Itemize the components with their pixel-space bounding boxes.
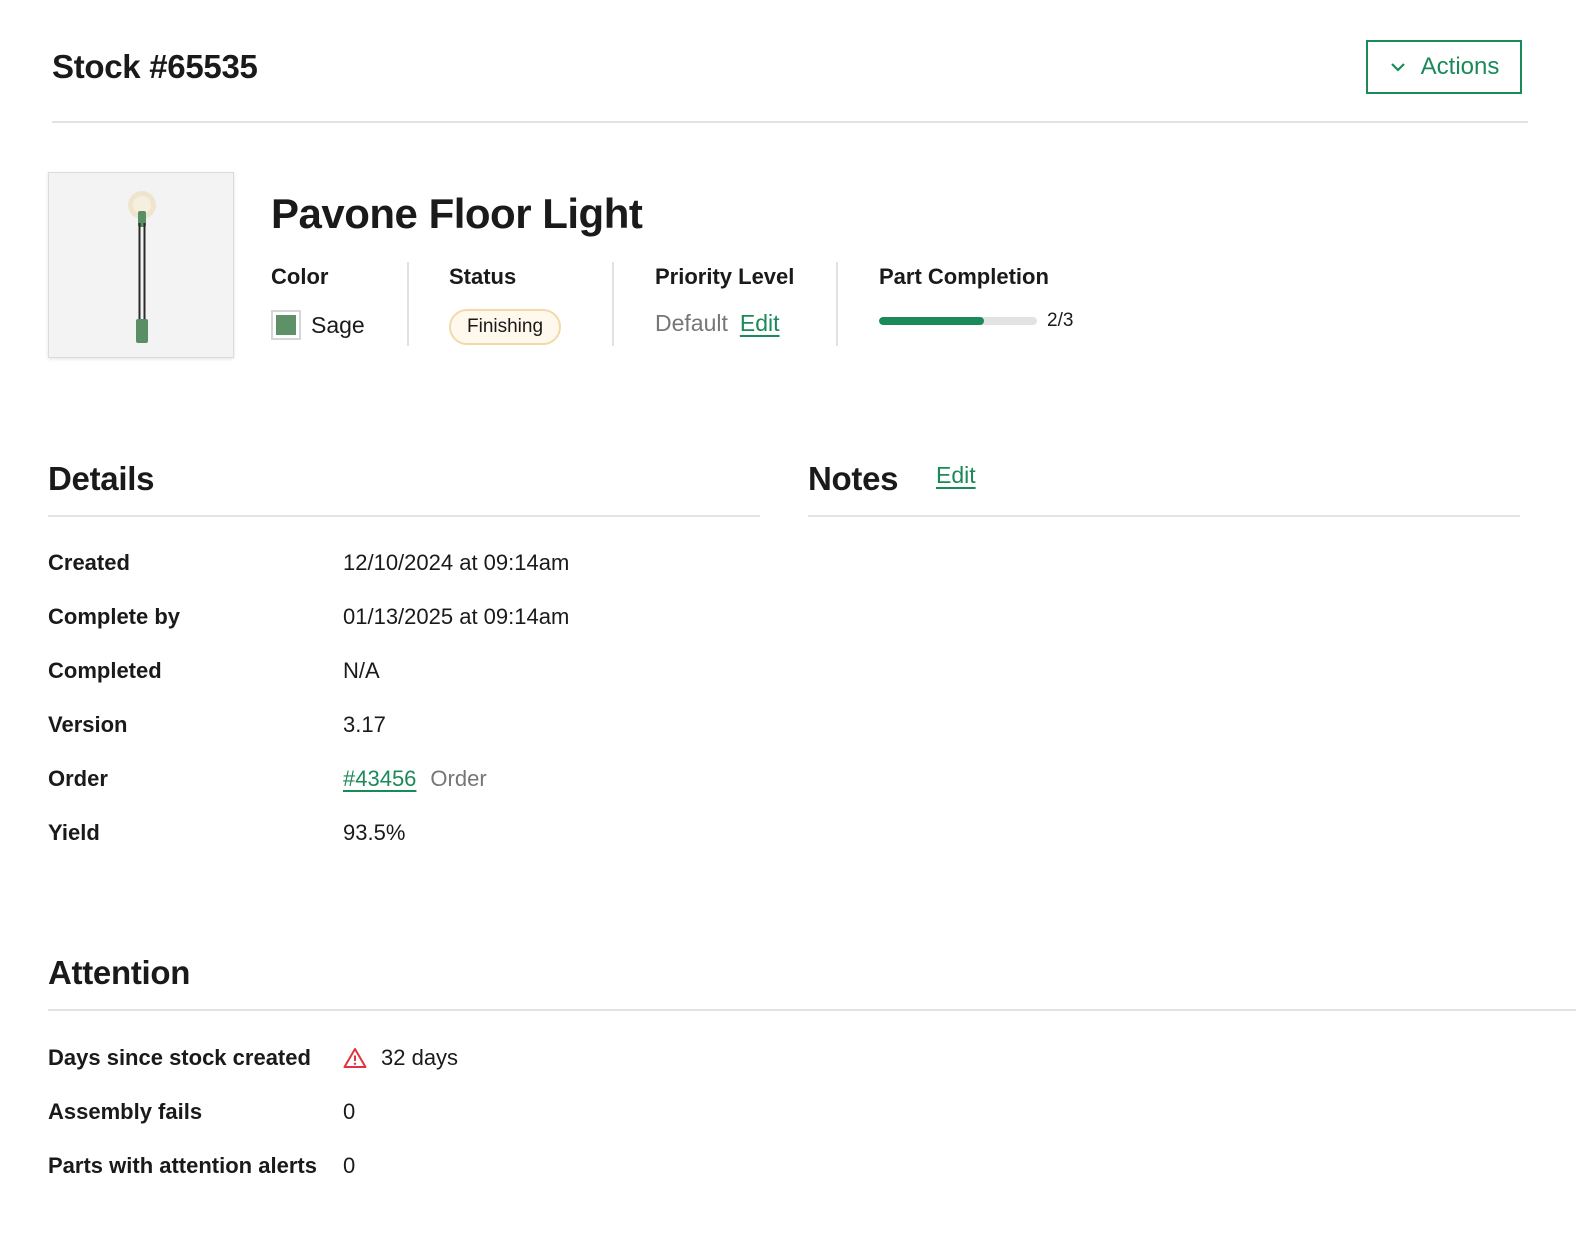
version-value-text: 3.17 [343,712,386,737]
days-since-created-text: 32 days [381,1045,459,1070]
order-suffix: Order [430,766,487,791]
part-completion-progress-bar [879,317,1037,325]
chevron-down-icon [1390,63,1405,72]
stock-detail-page: Stock #65535 Actions Pavone Floor Light … [0,0,1576,1244]
order-link[interactable]: #43456 [343,766,416,792]
details-title: Details [48,460,155,497]
floor-light-image [128,191,156,343]
complete-by-value: 01/13/2025 at 09:14am [343,604,569,630]
parts-attention-alerts-text: 0 [343,1153,356,1178]
color-swatch [271,310,301,340]
days-since-created-label: Days since stock created [48,1045,311,1070]
priority-attribute: Priority Level Default Edit [655,262,825,346]
complete-by-value-text: 01/13/2025 at 09:14am [343,604,570,629]
product-name: Pavone Floor Light [271,190,643,237]
actions-label: Actions [1420,53,1500,80]
part-completion-label: Part Completion [879,264,1049,289]
parts-attention-alerts-label: Parts with attention alerts [48,1153,317,1178]
complete-by-label: Complete by [48,604,181,629]
status-label: Status [449,264,517,289]
status-attribute: Status Finishing [449,262,599,346]
completed-value: N/A [343,658,380,684]
attention-divider [48,1009,1576,1011]
part-completion-attribute: Part Completion 2/3 [879,262,1119,346]
assembly-fails-text: 0 [343,1099,356,1124]
notes-edit-link[interactable]: Edit [936,462,976,489]
actions-button[interactable]: Actions [1366,40,1522,94]
status-badge: Finishing [449,309,562,345]
completed-value-text: N/A [343,658,380,683]
completed-label: Completed [48,658,162,683]
color-label: Color [271,264,329,289]
page-header: Stock #65535 Actions [52,40,1528,123]
warning-icon [343,1048,367,1068]
part-completion-text: 2/3 [1047,310,1074,331]
created-label: Created [48,550,130,575]
yield-value: 93.5% [343,820,405,846]
notes-divider [808,515,1520,517]
version-label: Version [48,712,128,737]
attribute-divider [612,262,614,346]
attribute-divider [836,262,838,346]
yield-label: Yield [48,820,100,845]
priority-label: Priority Level [655,264,795,289]
product-image [48,172,234,358]
order-value: #43456 Order [343,766,487,792]
version-value: 3.17 [343,712,386,738]
priority-edit-link[interactable]: Edit [740,310,780,337]
assembly-fails-label: Assembly fails [48,1099,203,1124]
order-label: Order [48,766,108,791]
days-since-created-value: 32 days [343,1045,458,1071]
details-divider [48,515,760,517]
progress-fill [879,317,985,325]
notes-title: Notes [808,460,899,497]
priority-value: Default [655,310,728,336]
created-value-text: 12/10/2024 at 09:14am [343,550,570,575]
color-attribute: Color Sage [271,262,401,346]
color-value: Sage [311,311,365,338]
page-title: Stock #65535 [52,48,258,85]
created-value: 12/10/2024 at 09:14am [343,550,569,576]
yield-value-text: 93.5% [343,820,406,845]
attribute-divider [407,262,409,346]
attention-title: Attention [48,954,191,991]
parts-attention-alerts-value: 0 [343,1153,355,1179]
assembly-fails-value: 0 [343,1099,355,1125]
